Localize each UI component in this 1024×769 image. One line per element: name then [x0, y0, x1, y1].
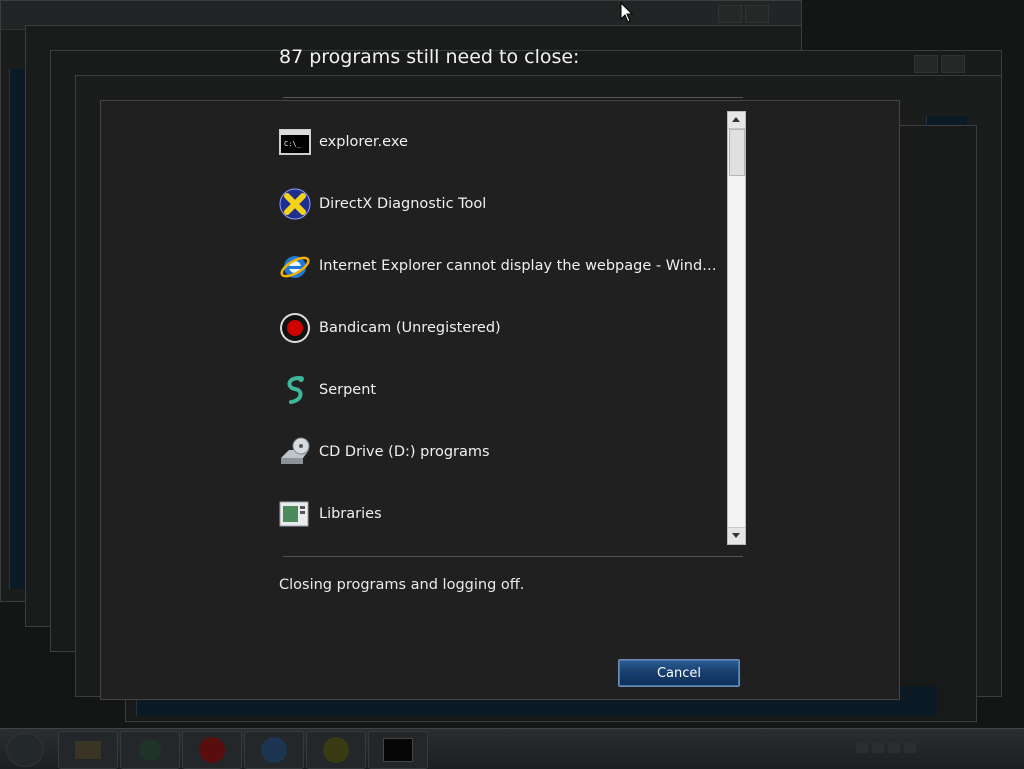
taskbar-console-button[interactable] [368, 731, 428, 769]
background-window-controls [911, 55, 991, 95]
program-label: DirectX Diagnostic Tool [319, 196, 487, 212]
program-row-explorer[interactable]: C:\_ explorer.exe [279, 122, 719, 162]
program-label: Internet Explorer cannot display the web… [319, 258, 719, 274]
status-text: Closing programs and logging off. [279, 577, 525, 593]
scroll-thumb[interactable] [729, 129, 745, 176]
svg-text:C:\_: C:\_ [284, 140, 302, 148]
program-list[interactable]: C:\_ explorer.exe DirectX Diagnostic Too… [279, 110, 727, 544]
taskbar-globe-button[interactable] [120, 731, 180, 769]
background-window-controls [715, 5, 795, 45]
program-row-directx[interactable]: DirectX Diagnostic Tool [279, 184, 719, 224]
programs-remaining-title: 87 programs still need to close: [279, 46, 580, 68]
arrow-up-icon [732, 117, 740, 122]
taskbar-folder-button[interactable] [58, 731, 118, 769]
program-label: CD Drive (D:) programs [319, 444, 490, 460]
program-row-internet-explorer[interactable]: Internet Explorer cannot display the web… [279, 246, 719, 286]
console-icon: C:\_ [279, 126, 311, 158]
taskbar-directx-button[interactable] [306, 731, 366, 769]
program-row-bandicam[interactable]: Bandicam (Unregistered) [279, 308, 719, 348]
taskbar-bandicam-button[interactable] [182, 731, 242, 769]
cd-drive-icon [279, 436, 311, 468]
internet-explorer-icon [261, 737, 287, 763]
bottom-divider [283, 556, 743, 557]
program-label: Bandicam (Unregistered) [319, 320, 501, 336]
program-list-scrollbar[interactable] [727, 111, 746, 545]
folder-icon [75, 741, 101, 759]
cancel-button[interactable]: Cancel [618, 659, 740, 687]
bandicam-record-icon [199, 737, 225, 763]
globe-icon [139, 739, 161, 761]
scroll-up-button[interactable] [728, 112, 745, 129]
start-orb-icon[interactable] [6, 733, 44, 767]
scroll-down-button[interactable] [728, 527, 745, 544]
internet-explorer-icon [279, 250, 311, 282]
directx-icon [323, 737, 349, 763]
top-divider [283, 97, 743, 98]
program-row-serpent[interactable]: Serpent [279, 370, 719, 410]
arrow-down-icon [732, 533, 740, 538]
program-label: Libraries [319, 506, 382, 522]
system-tray[interactable] [854, 735, 1014, 763]
serpent-icon [279, 374, 311, 406]
taskbar-ie-button[interactable] [244, 731, 304, 769]
directx-icon [279, 188, 311, 220]
program-label: Serpent [319, 382, 377, 398]
libraries-icon [279, 498, 311, 530]
program-row-libraries[interactable]: Libraries [279, 494, 719, 534]
taskbar [0, 728, 1024, 769]
program-row-cd-drive[interactable]: CD Drive (D:) programs [279, 432, 719, 472]
bandicam-record-icon [279, 312, 311, 344]
mouse-cursor-icon [620, 2, 634, 23]
program-label: explorer.exe [319, 134, 408, 150]
console-icon [383, 738, 413, 762]
